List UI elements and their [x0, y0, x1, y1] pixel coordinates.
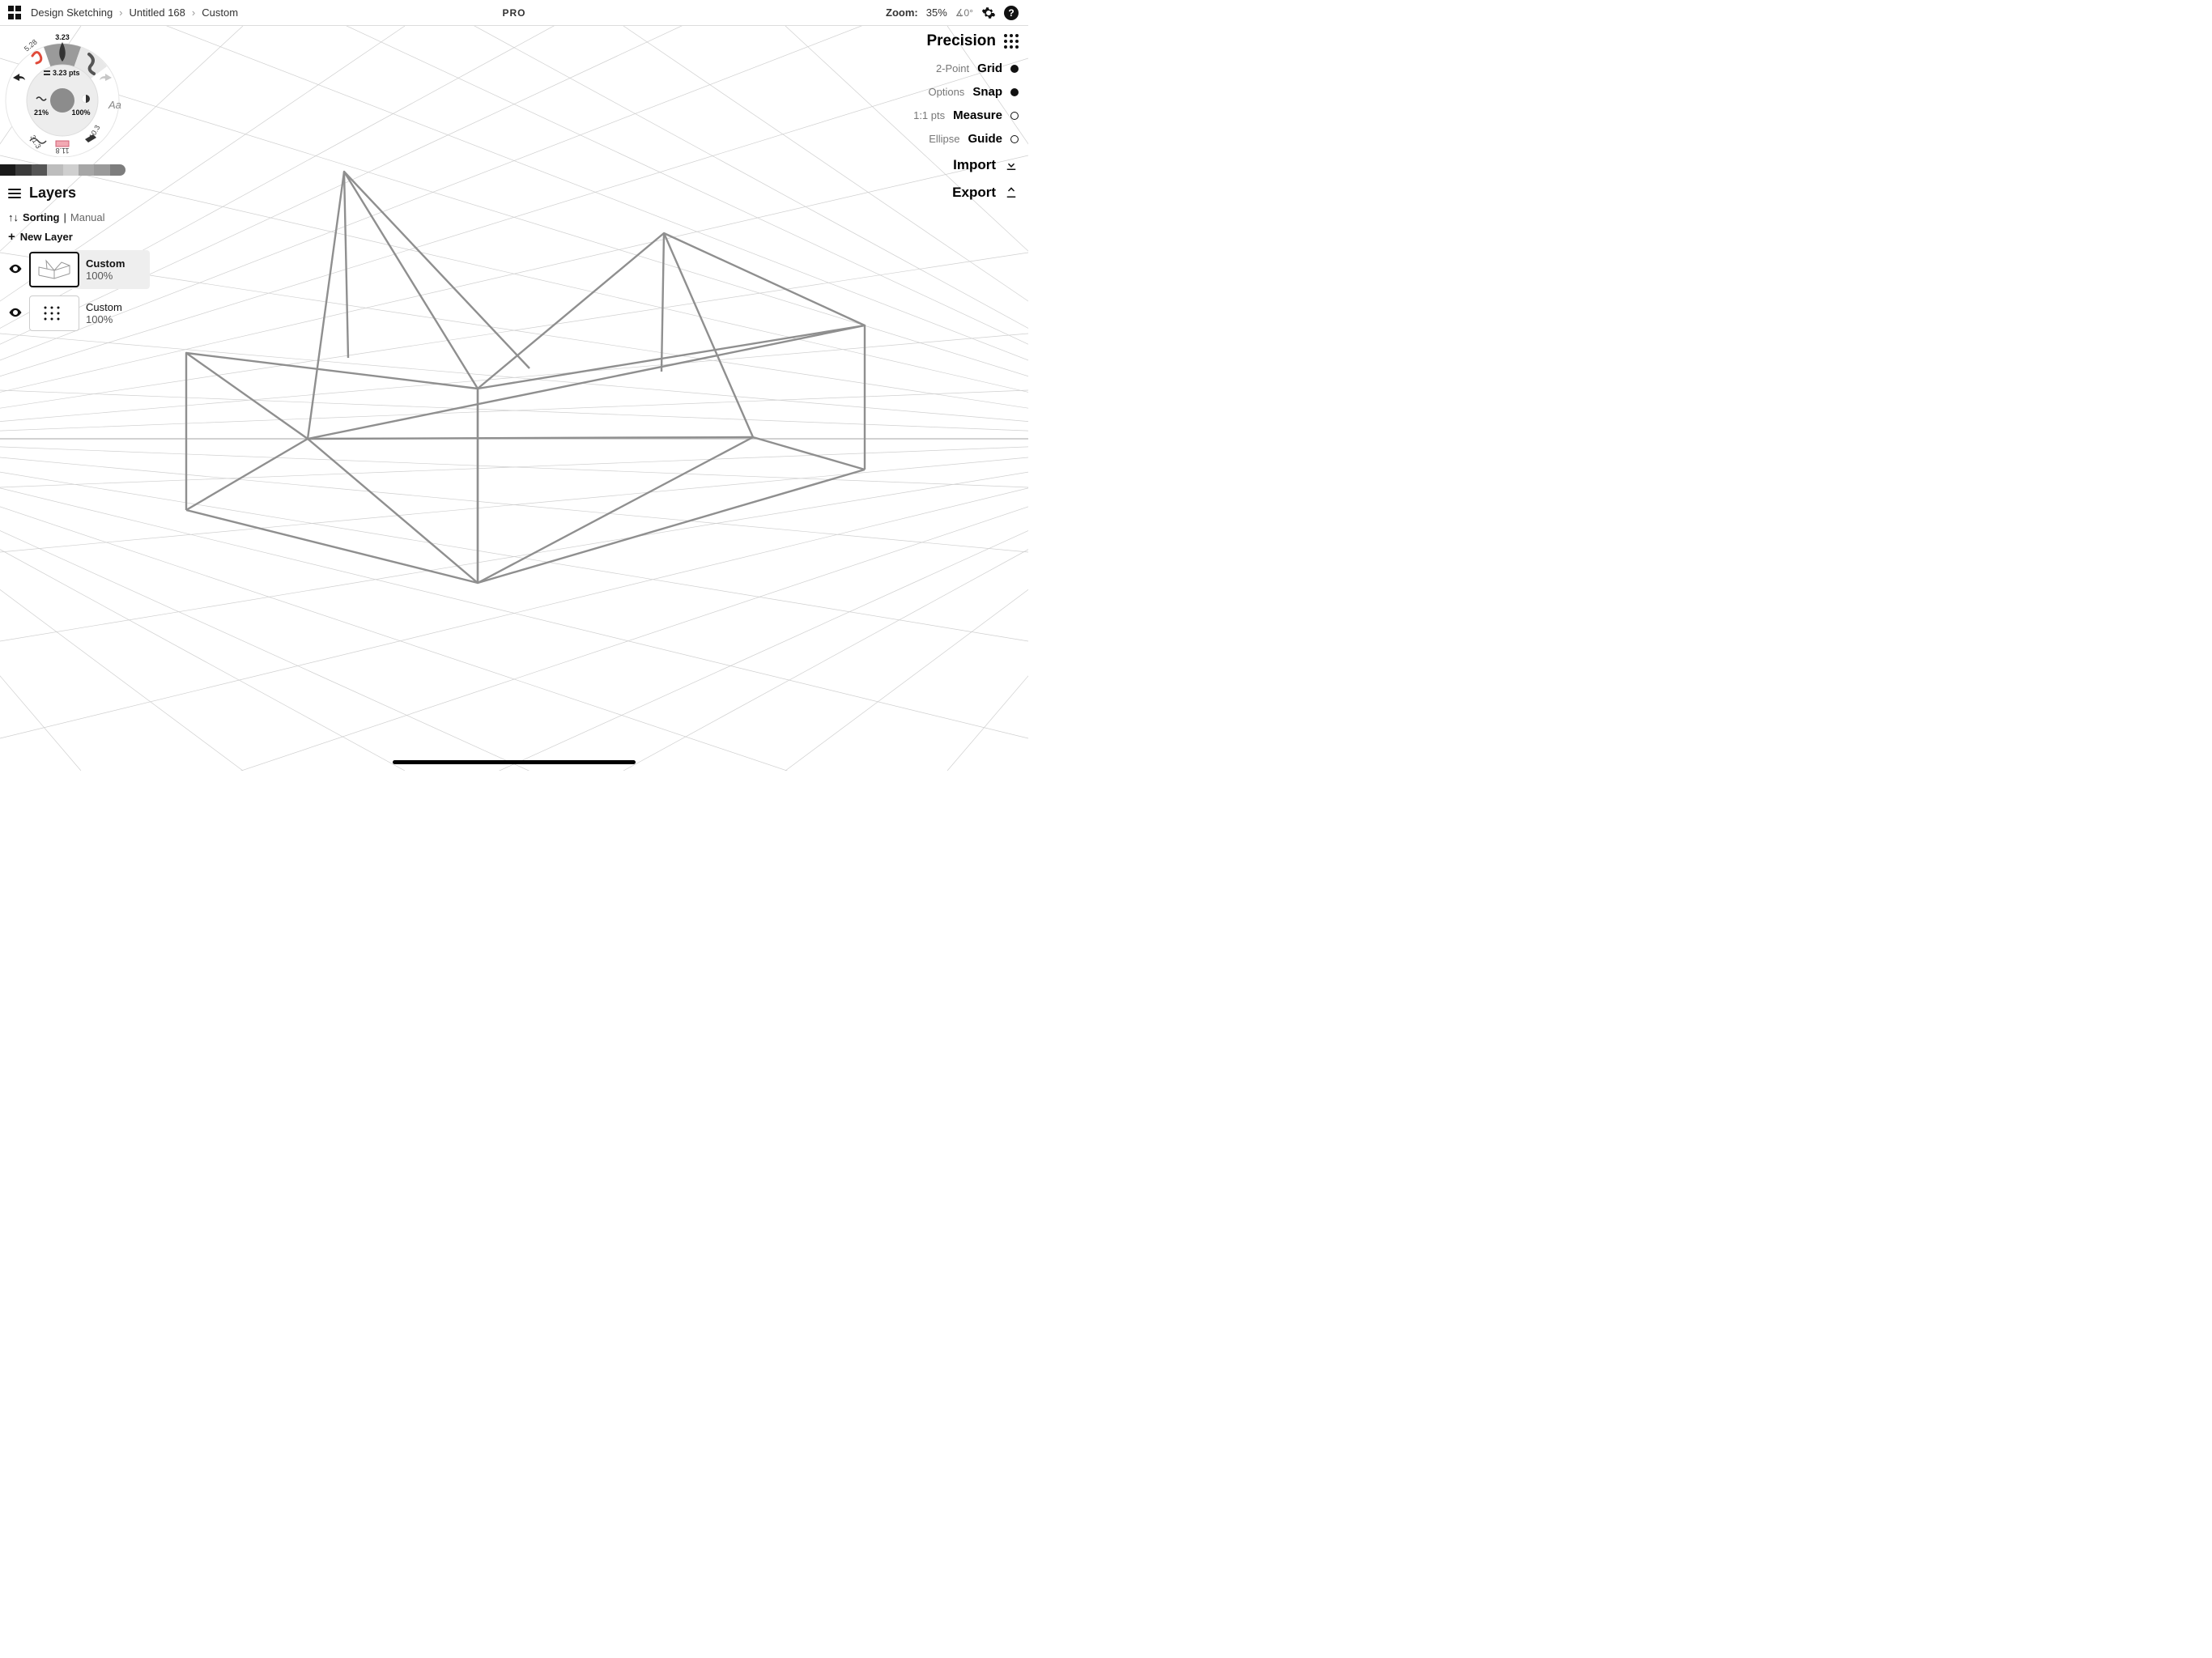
- breadcrumb-layer[interactable]: Custom: [202, 6, 238, 19]
- snap-options-label: Options: [929, 86, 965, 98]
- toggle-on-icon: [1010, 65, 1019, 73]
- gear-icon[interactable]: [981, 6, 996, 20]
- toggle-off-icon: [1010, 112, 1019, 120]
- import-button[interactable]: Import: [913, 157, 1019, 173]
- layers-menu-icon[interactable]: [8, 189, 21, 198]
- export-label: Export: [952, 185, 996, 201]
- visibility-toggle-icon[interactable]: [8, 305, 23, 322]
- precision-guide-row[interactable]: Ellipse Guide: [913, 132, 1019, 146]
- color-palette[interactable]: [0, 164, 125, 176]
- zoom-value[interactable]: 35%: [926, 6, 947, 19]
- home-grid-icon[interactable]: [8, 6, 23, 20]
- zoom-label: Zoom:: [886, 6, 918, 19]
- precision-snap-row[interactable]: Options Snap: [913, 85, 1019, 99]
- precision-measure-row[interactable]: 1:1 pts Measure: [913, 108, 1019, 122]
- angle-value[interactable]: ∡0°: [955, 7, 973, 19]
- breadcrumb-document[interactable]: Untitled 168: [130, 6, 185, 19]
- wheel-flow: 21%: [34, 108, 49, 117]
- sorting-mode: Manual: [70, 211, 105, 223]
- grid-label: Grid: [977, 62, 1002, 75]
- precision-panel: Precision 2-Point Grid Options Snap 1:1 …: [913, 32, 1019, 206]
- layers-panel: Layers ↑↓ Sorting | Manual + New Layer C…: [8, 185, 146, 339]
- guide-ellipse-label: Ellipse: [929, 133, 959, 145]
- wheel-active-size: 3.23: [55, 33, 70, 41]
- drawing-canvas[interactable]: [0, 26, 1028, 771]
- measure-label: Measure: [953, 108, 1002, 122]
- eraser-icon[interactable]: [56, 141, 69, 147]
- wheel-opacity: 100%: [71, 108, 90, 117]
- layer-item[interactable]: Custom 100%: [8, 295, 146, 331]
- layers-title: Layers: [29, 185, 76, 202]
- precision-title: Precision: [926, 32, 996, 50]
- sorting-label: Sorting: [23, 211, 60, 223]
- text-tool-icon[interactable]: Aa: [108, 99, 121, 111]
- layer-thumbnail[interactable]: [29, 252, 79, 287]
- snap-label: Snap: [972, 85, 1002, 99]
- import-icon: [1004, 158, 1019, 172]
- layer-thumbnail[interactable]: [29, 295, 79, 331]
- breadcrumb-project[interactable]: Design Sketching: [31, 6, 113, 19]
- tool-wheel[interactable]: 3.23 5.28 3.23 pts 21% 100% Aa 31.3 11.8…: [2, 28, 123, 157]
- layer-opacity: 100%: [86, 313, 122, 325]
- home-indicator: [393, 760, 636, 764]
- export-icon: [1004, 185, 1019, 200]
- wheel-size-pts: 3.23 pts: [53, 69, 80, 77]
- wheel-preset-3: 11.8: [56, 147, 70, 155]
- precision-menu-icon[interactable]: [1004, 34, 1019, 49]
- new-layer-button[interactable]: + New Layer: [8, 230, 146, 244]
- breadcrumb-sep: ›: [192, 6, 195, 19]
- new-layer-label: New Layer: [20, 231, 73, 243]
- measure-scale-label: 1:1 pts: [913, 109, 945, 121]
- visibility-toggle-icon[interactable]: [8, 261, 23, 278]
- layers-sorting[interactable]: ↑↓ Sorting | Manual: [8, 211, 146, 223]
- pro-badge[interactable]: PRO: [502, 7, 525, 19]
- layer-opacity: 100%: [86, 270, 125, 282]
- breadcrumb-sep: ›: [119, 6, 122, 19]
- export-button[interactable]: Export: [913, 185, 1019, 201]
- import-label: Import: [953, 157, 996, 173]
- sort-arrows-icon: ↑↓: [8, 211, 19, 223]
- toggle-off-icon: [1010, 135, 1019, 143]
- layer-name: Custom: [86, 301, 122, 313]
- guide-label: Guide: [968, 132, 1002, 146]
- layer-item[interactable]: Custom 100%: [8, 252, 146, 287]
- toggle-on-icon: [1010, 88, 1019, 96]
- grid-type-label: 2-Point: [936, 62, 969, 74]
- precision-grid-row[interactable]: 2-Point Grid: [913, 62, 1019, 75]
- help-icon[interactable]: ?: [1004, 6, 1019, 20]
- layer-name: Custom: [86, 257, 125, 270]
